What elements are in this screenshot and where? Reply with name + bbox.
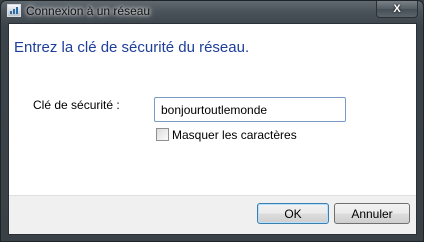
hide-characters-label[interactable]: Masquer les caractères (172, 128, 297, 142)
dialog-content: Entrez la clé de sécurité du réseau. Clé… (8, 23, 417, 235)
dialog-footer: OK Annuler (9, 195, 416, 234)
dialog-window: Connexion à un réseau X Entrez la clé de… (0, 0, 424, 242)
dialog-heading: Entrez la clé de sécurité du réseau. (14, 39, 250, 56)
window-title: Connexion à un réseau (26, 4, 151, 18)
hide-characters-checkbox[interactable] (156, 128, 169, 141)
title-bar[interactable]: Connexion à un réseau X (1, 1, 423, 23)
security-key-input[interactable] (154, 97, 346, 122)
security-key-label: Clé de sécurité : (33, 98, 120, 112)
close-icon: X (393, 2, 401, 15)
network-icon (7, 4, 21, 17)
cancel-button[interactable]: Annuler (334, 203, 410, 224)
ok-button[interactable]: OK (257, 203, 329, 224)
close-button[interactable]: X (376, 1, 418, 18)
